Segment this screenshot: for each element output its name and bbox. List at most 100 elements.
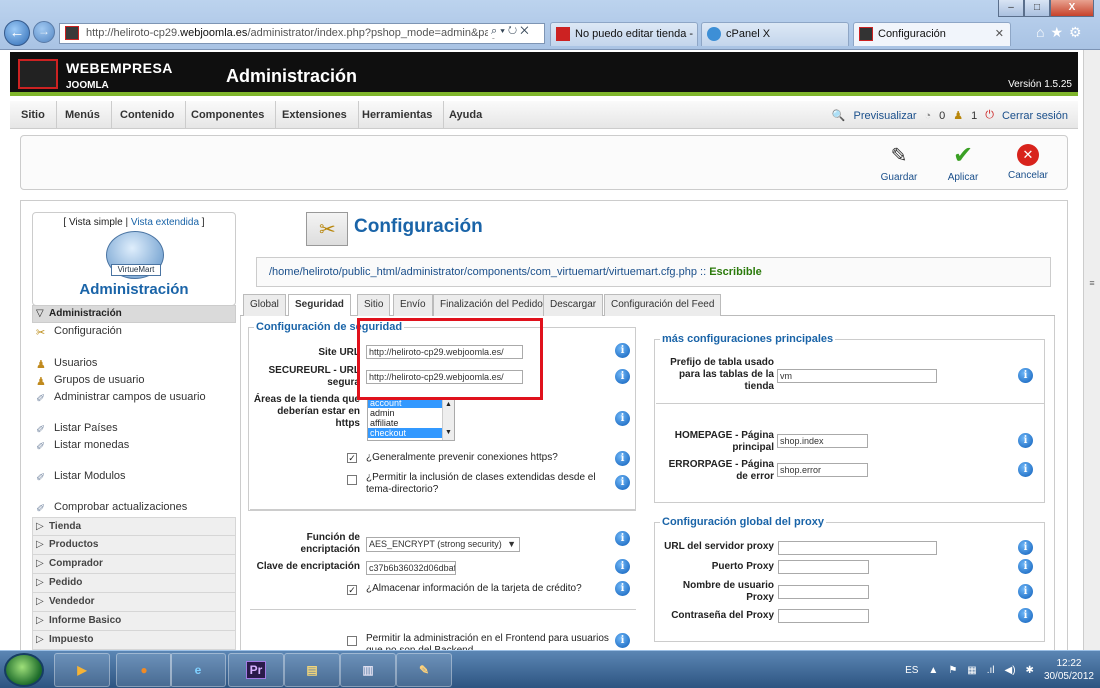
info-icon[interactable]: i bbox=[615, 633, 630, 648]
sidebar-section-label: Pedido bbox=[49, 577, 83, 588]
tab-global[interactable]: Global bbox=[243, 294, 286, 316]
logout-link[interactable]: Cerrar sesión bbox=[1002, 110, 1068, 122]
close-tab-icon[interactable]: ✕ bbox=[995, 23, 1004, 45]
tab-envio[interactable]: Envío bbox=[393, 294, 433, 316]
menu-contenido[interactable]: Contenido bbox=[109, 101, 187, 129]
volume-icon[interactable]: ◀) bbox=[1005, 665, 1016, 676]
proxy-url-input[interactable] bbox=[778, 541, 937, 555]
network-icon[interactable]: ▦ bbox=[967, 665, 976, 676]
sidebar-section-impuesto[interactable]: ▷ Impuesto bbox=[32, 631, 236, 650]
apply-button[interactable]: ✔ Aplicar bbox=[937, 144, 989, 184]
sidebar-section-comprador[interactable]: ▷ Comprador bbox=[32, 555, 236, 574]
encrypt-func-select[interactable]: AES_ENCRYPT (strong security) ▼ bbox=[366, 537, 520, 552]
sidebar-item-grupos[interactable]: ♟ Grupos de usuario bbox=[36, 374, 145, 388]
sidebar-item-paises[interactable]: ✐ Listar Países bbox=[36, 422, 118, 436]
sidebar-item-modulos[interactable]: ✐ Listar Modulos bbox=[36, 470, 126, 484]
encrypt-key-input[interactable]: c37b6b36032d06dbaf bbox=[366, 561, 456, 575]
menu-ayuda[interactable]: Ayuda bbox=[438, 101, 493, 129]
cancel-button[interactable]: ✕ Cancelar bbox=[1002, 144, 1054, 181]
info-icon[interactable]: i bbox=[1018, 584, 1033, 599]
security-icon[interactable]: ✱ bbox=[1026, 665, 1034, 676]
address-bar[interactable]: http://heliroto-cp29.webjoomla.es/admini… bbox=[59, 23, 545, 44]
close-window-button[interactable]: X bbox=[1050, 0, 1094, 17]
sidebar-section-admin[interactable]: ▽ Administración bbox=[32, 305, 236, 323]
info-icon[interactable]: i bbox=[615, 369, 630, 384]
info-icon[interactable]: i bbox=[1018, 368, 1033, 383]
view-simple-link[interactable]: [ Vista simple | bbox=[63, 217, 130, 228]
menu-herramientas[interactable]: Herramientas bbox=[351, 101, 445, 129]
tab-sitio[interactable]: Sitio bbox=[357, 294, 391, 316]
store-cc-checkbox[interactable]: ✓ bbox=[347, 585, 357, 595]
sidebar-item-configuracion[interactable]: ✂ Configuración bbox=[36, 325, 122, 339]
info-icon[interactable]: i bbox=[1018, 433, 1033, 448]
tab-descargar[interactable]: Descargar bbox=[543, 294, 604, 316]
save-button[interactable]: ✎ Guardar bbox=[873, 144, 925, 183]
homepage-input[interactable]: shop.index bbox=[777, 434, 868, 448]
frontend-admin-checkbox[interactable] bbox=[347, 636, 357, 646]
sidebar-section-pedido[interactable]: ▷ Pedido bbox=[32, 574, 236, 593]
forward-icon[interactable]: → bbox=[33, 21, 55, 43]
signal-icon[interactable]: .ıl bbox=[987, 665, 995, 676]
https-areas-select[interactable]: account admin affiliate checkout ▲ ▼ bbox=[367, 397, 455, 441]
maximize-button[interactable]: □ bbox=[1024, 0, 1050, 17]
sidebar-item-actualizaciones[interactable]: ✐ Comprobar actualizaciones bbox=[36, 501, 187, 515]
sidebar-item-monedas[interactable]: ✐ Listar monedas bbox=[36, 439, 129, 453]
sidebar-section-informe[interactable]: ▷ Informe Basico bbox=[32, 612, 236, 631]
sidebar-section-tienda[interactable]: ▷ Tienda bbox=[32, 517, 236, 536]
premiere-icon[interactable]: Pr bbox=[228, 653, 284, 687]
info-icon[interactable]: i bbox=[1018, 608, 1033, 623]
info-icon[interactable]: i bbox=[615, 559, 630, 574]
info-icon[interactable]: i bbox=[1018, 559, 1033, 574]
table-prefix-input[interactable]: vm bbox=[777, 369, 937, 383]
info-icon[interactable]: i bbox=[615, 581, 630, 596]
browser-tab-3[interactable]: Configuración ✕ bbox=[853, 22, 1011, 46]
extended-classes-checkbox[interactable] bbox=[347, 475, 357, 485]
sidebar-item-campos-usuario[interactable]: ✐ Administrar campos de usuario bbox=[36, 391, 206, 405]
sidebar-item-usuarios[interactable]: ♟ Usuarios bbox=[36, 357, 97, 371]
sidebar-section-productos[interactable]: ▷ Productos bbox=[32, 536, 236, 555]
info-icon[interactable]: i bbox=[615, 531, 630, 546]
minimize-button[interactable]: – bbox=[998, 0, 1024, 17]
clock[interactable]: 12:22 30/05/2012 bbox=[1044, 657, 1094, 683]
ie-icon[interactable]: e bbox=[170, 653, 226, 687]
preview-link[interactable]: Previsualizar bbox=[854, 110, 917, 122]
start-button-icon[interactable] bbox=[4, 653, 44, 687]
paint-icon[interactable]: ✎ bbox=[396, 653, 452, 687]
select-option[interactable]: checkout bbox=[368, 428, 442, 438]
menu-extensiones[interactable]: Extensiones bbox=[271, 101, 359, 129]
firefox-icon[interactable]: ● bbox=[116, 653, 172, 687]
flag-icon[interactable]: ⚑ bbox=[948, 665, 957, 676]
explorer-icon[interactable]: ▤ bbox=[284, 653, 340, 687]
info-icon[interactable]: i bbox=[615, 343, 630, 358]
info-icon[interactable]: i bbox=[615, 411, 630, 426]
tab-feed[interactable]: Configuración del Feed bbox=[604, 294, 722, 316]
sidebar-section-label: Vendedor bbox=[49, 596, 95, 607]
menu-componentes[interactable]: Componentes bbox=[180, 101, 277, 129]
proxy-pass-input[interactable] bbox=[778, 609, 869, 623]
info-icon[interactable]: i bbox=[615, 475, 630, 490]
tab-seguridad[interactable]: Seguridad bbox=[288, 294, 351, 317]
info-icon[interactable]: i bbox=[1018, 462, 1033, 477]
back-icon[interactable]: ← bbox=[4, 20, 30, 46]
address-actions-icon[interactable]: ⌕ ▾ ↻ ✕ bbox=[488, 25, 532, 38]
page-scrollbar[interactable]: ≡ bbox=[1083, 50, 1100, 650]
notepad-icon[interactable]: ▥ bbox=[340, 653, 396, 687]
info-icon[interactable]: i bbox=[1018, 540, 1033, 555]
select-scrollbar[interactable]: ▲ ▼ bbox=[442, 398, 454, 440]
menu-menus[interactable]: Menús bbox=[54, 101, 112, 129]
errorpage-input[interactable]: shop.error bbox=[777, 463, 868, 477]
info-icon[interactable]: i bbox=[615, 451, 630, 466]
prevent-https-checkbox[interactable]: ✓ bbox=[347, 453, 357, 463]
browser-tools-icons[interactable]: ⌂★⚙ bbox=[1036, 24, 1088, 41]
view-extended-link[interactable]: Vista extendida bbox=[131, 217, 199, 228]
browser-tab-1[interactable]: No puedo editar tienda - ... bbox=[550, 22, 698, 46]
tray-expand-icon[interactable]: ▲ bbox=[928, 665, 938, 676]
tab-finalizacion[interactable]: Finalización del Pedido bbox=[433, 294, 550, 316]
menu-sitio[interactable]: Sitio bbox=[10, 101, 57, 129]
browser-tab-2[interactable]: cPanel X bbox=[701, 22, 849, 46]
proxy-port-input[interactable] bbox=[778, 560, 869, 574]
language-indicator[interactable]: ES bbox=[905, 665, 918, 676]
sidebar-section-vendedor[interactable]: ▷ Vendedor bbox=[32, 593, 236, 612]
proxy-user-input[interactable] bbox=[778, 585, 869, 599]
media-player-icon[interactable]: ▶ bbox=[54, 653, 110, 687]
